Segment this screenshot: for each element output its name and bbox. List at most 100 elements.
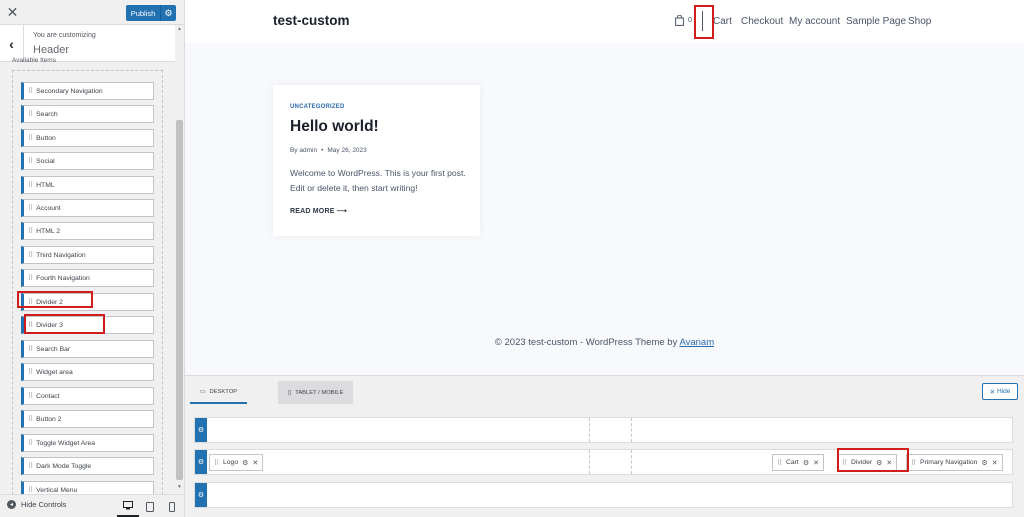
drag-handle-icon[interactable]: ⠿ <box>28 415 33 423</box>
post-date[interactable]: May 26, 2023 <box>327 147 366 154</box>
sidebar-header: ✕ Publish ⚙ <box>0 0 184 25</box>
nav-link-sample-page[interactable]: Sample Page <box>846 16 906 27</box>
drag-handle-icon[interactable]: ⠿ <box>28 321 33 329</box>
close-icon[interactable]: ✕ <box>813 459 819 467</box>
sidebar-item-widget-area[interactable]: ⠿ Widget area <box>21 363 154 381</box>
sidebar-item-toggle-widget-area[interactable]: ⠿ Toggle Widget Area <box>21 434 154 452</box>
nav-link-my-account[interactable]: My account <box>789 16 840 27</box>
desktop-preview-icon[interactable] <box>117 495 139 517</box>
chip-label: Divider <box>850 459 873 466</box>
drag-handle-icon[interactable]: ⠿ <box>28 462 33 470</box>
builder-chip-cart[interactable]: ⠿ Cart ⚙ ✕ <box>772 454 824 471</box>
gear-icon[interactable]: ⚙ <box>242 459 248 467</box>
cart-count: 0 <box>688 17 692 24</box>
site-preview: test-custom 0 Cart Checkout My account S… <box>185 0 1024 375</box>
sidebar-item-third-navigation[interactable]: ⠿ Third Navigation <box>21 246 154 264</box>
sidebar-item-button-2[interactable]: ⠿ Button 2 <box>21 410 154 428</box>
sidebar-item-contact[interactable]: ⠿ Contact <box>21 387 154 405</box>
post-category[interactable]: UNCATEGORIZED <box>290 104 345 110</box>
row-settings-gear-icon[interactable]: ⚙ <box>195 418 207 442</box>
hide-builder-button[interactable]: ✕ Hide <box>982 383 1018 400</box>
sidebar-item-divider-3[interactable]: ⠿ Divider 3 <box>21 316 154 334</box>
sidebar-item-social[interactable]: ⠿ Social <box>21 152 154 170</box>
tablet-preview-icon[interactable] <box>139 495 161 517</box>
builder-row-main[interactable]: ⚙ ⠿ Logo ⚙ ✕ ⠿ Cart ⚙ ✕ ⠿ Divider ⚙ ✕ ⠿ … <box>194 449 1013 475</box>
close-icon[interactable]: ✕ <box>252 459 258 467</box>
scroll-down-icon[interactable]: ▼ <box>177 484 182 490</box>
row-settings-gear-icon[interactable]: ⚙ <box>195 450 207 474</box>
close-icon[interactable]: ✕ <box>992 459 998 467</box>
drag-handle-icon[interactable]: ⠿ <box>28 134 33 142</box>
drag-handle-icon[interactable]: ⠿ <box>28 368 33 376</box>
scroll-up-icon[interactable]: ▲ <box>177 26 182 32</box>
nav-link-checkout[interactable]: Checkout <box>741 16 783 27</box>
footer-text: © 2023 test-custom - WordPress Theme by <box>494 337 678 348</box>
sidebar-item-fourth-navigation[interactable]: ⠿ Fourth Navigation <box>21 269 154 287</box>
row-settings-gear-icon[interactable]: ⚙ <box>195 483 207 507</box>
sidebar-item-html-2[interactable]: ⠿ HTML 2 <box>21 222 154 240</box>
drag-handle-icon[interactable]: ⠿ <box>28 204 33 212</box>
gear-icon[interactable]: ⚙ <box>981 459 987 467</box>
drag-handle-icon[interactable]: ⠿ <box>777 459 782 467</box>
sidebar-item-html[interactable]: ⠿ HTML <box>21 176 154 194</box>
shopping-bag-icon[interactable] <box>675 15 684 26</box>
post-author[interactable]: By admin <box>290 147 317 154</box>
drag-handle-icon[interactable]: ⠿ <box>28 227 33 235</box>
read-more-link[interactable]: READ MORE ⟶ <box>290 207 347 215</box>
drag-handle-icon[interactable]: ⠿ <box>214 459 219 467</box>
drag-handle-icon[interactable]: ⠿ <box>28 87 33 95</box>
drag-handle-icon[interactable]: ⠿ <box>28 486 33 494</box>
nav-link-cart[interactable]: Cart <box>713 16 732 27</box>
drag-handle-icon[interactable]: ⠿ <box>28 392 33 400</box>
sidebar-item-dark-mode-toggle[interactable]: ⠿ Dark Mode Toggle <box>21 457 154 475</box>
drag-handle-icon[interactable]: ⠿ <box>911 459 916 467</box>
sidebar-item-search-bar[interactable]: ⠿ Search Bar <box>21 340 154 358</box>
nav-link-shop[interactable]: Shop <box>908 16 931 27</box>
row-column-separator <box>631 450 632 474</box>
drag-handle-icon[interactable]: ⠿ <box>28 157 33 165</box>
drag-handle-icon[interactable]: ⠿ <box>28 439 33 447</box>
publish-button[interactable]: Publish <box>126 5 160 21</box>
chip-label: Cart <box>785 459 799 466</box>
available-items-label: Available Items <box>12 57 56 64</box>
sidebar-item-search[interactable]: ⠿ Search <box>21 105 154 123</box>
sidebar-item-label: Button <box>36 134 56 142</box>
close-icon[interactable]: ✕ <box>0 0 25 25</box>
builder-chip-divider[interactable]: ⠿ Divider ⚙ ✕ <box>837 454 898 471</box>
mobile-preview-icon[interactable] <box>161 495 183 517</box>
post-title[interactable]: Hello world! <box>290 118 379 136</box>
publish-settings-gear-icon[interactable]: ⚙ <box>160 5 176 21</box>
builder-row-bottom[interactable]: ⚙ <box>194 482 1013 508</box>
builder-chip-logo[interactable]: ⠿ Logo ⚙ ✕ <box>209 454 264 471</box>
tab-tablet-mobile[interactable]: ▯ TABLET / MOBILE <box>278 381 354 404</box>
sidebar-footer: ◂ Hide Controls <box>0 494 184 517</box>
gear-icon[interactable]: ⚙ <box>876 459 882 467</box>
meta-separator: • <box>321 147 324 154</box>
sidebar-item-divider-2[interactable]: ⠿ Divider 2 <box>21 293 154 311</box>
chip-label: Logo <box>222 459 239 466</box>
drag-handle-icon[interactable]: ⠿ <box>842 459 847 467</box>
close-icon[interactable]: ✕ <box>886 459 892 467</box>
builder-row-top[interactable]: ⚙ <box>194 417 1013 443</box>
site-title[interactable]: test-custom <box>273 13 350 28</box>
drag-handle-icon[interactable]: ⠿ <box>28 274 33 282</box>
collapse-arrow-icon: ◂ <box>7 500 16 509</box>
hide-controls-button[interactable]: ◂ Hide Controls <box>7 500 66 509</box>
sidebar-item-label: Account <box>36 204 61 212</box>
sidebar-item-button[interactable]: ⠿ Button <box>21 129 154 147</box>
drag-handle-icon[interactable]: ⠿ <box>28 110 33 118</box>
customizing-label: You are customizing <box>33 32 96 39</box>
tab-tablet-label: TABLET / MOBILE <box>295 389 344 396</box>
drag-handle-icon[interactable]: ⠿ <box>28 345 33 353</box>
sidebar-item-secondary-navigation[interactable]: ⠿ Secondary Navigation <box>21 82 154 100</box>
sidebar-item-account[interactable]: ⠿ Account <box>21 199 154 217</box>
drag-handle-icon[interactable]: ⠿ <box>28 181 33 189</box>
drag-handle-icon[interactable]: ⠿ <box>28 298 33 306</box>
gear-icon[interactable]: ⚙ <box>803 459 809 467</box>
tab-desktop[interactable]: ▭ DESKTOP <box>190 381 248 404</box>
scrollbar-thumb[interactable] <box>176 120 183 480</box>
footer-link[interactable]: Avanam <box>679 337 714 348</box>
sidebar-item-label: Secondary Navigation <box>36 87 103 95</box>
drag-handle-icon[interactable]: ⠿ <box>28 251 33 259</box>
builder-chip-primary-navigation[interactable]: ⠿ Primary Navigation ⚙ ✕ <box>906 454 1003 471</box>
